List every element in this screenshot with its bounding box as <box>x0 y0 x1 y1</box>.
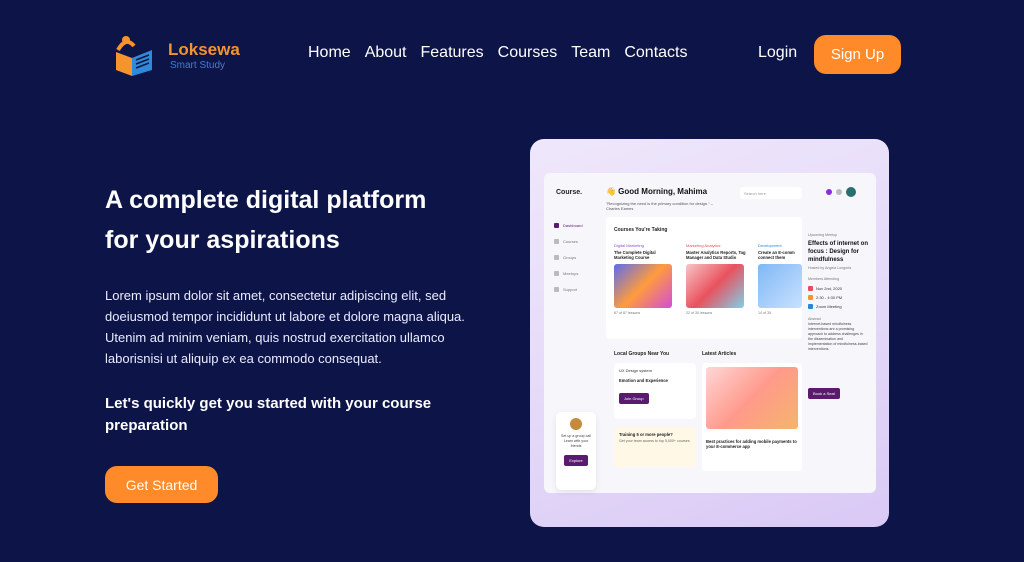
nav-about-link[interactable]: About <box>365 44 407 62</box>
main-nav: Home About Features Courses Team Contact… <box>308 44 687 62</box>
preview-sidebar-item: Support <box>554 287 583 292</box>
settings-icon <box>836 189 842 195</box>
nav-home-link[interactable]: Home <box>308 44 351 62</box>
hero-title-line1: A complete digital platform <box>105 186 427 214</box>
dashboard-preview-image: Course. Dashboard Courses Groups Meetups… <box>530 139 889 527</box>
nav-contacts-link[interactable]: Contacts <box>624 44 687 62</box>
hero-subheading: Let's quickly get you started with your … <box>105 395 432 434</box>
preview-top-icons <box>826 187 856 197</box>
hero-title: A complete digital platform for your asp… <box>105 180 505 260</box>
preview-course-card: Development Create an E-comm connect the… <box>758 243 802 315</box>
preview-courses-panel: Courses You're Taking Digital Marketing … <box>606 217 802 339</box>
preview-sidebar-item: Groups <box>554 255 583 260</box>
preview-upcoming-meetup: Upcoming Meetup Effects of internet on f… <box>808 233 868 400</box>
nav-features-link[interactable]: Features <box>421 44 484 62</box>
get-started-button[interactable]: Get Started <box>105 466 218 503</box>
preview-course-card: Digital Marketing The Complete Digital M… <box>614 243 676 315</box>
preview-search: Search here <box>740 187 802 199</box>
preview-brand: Course. <box>556 189 583 196</box>
book-logo-icon <box>116 36 152 76</box>
nav-team-link[interactable]: Team <box>571 44 610 62</box>
preview-latest-articles: Latest Articles Best practices for addin… <box>702 351 802 471</box>
preview-sidebar-item: Courses <box>554 239 583 244</box>
navbar: Loksewa Smart Study Home About Features … <box>0 0 1024 110</box>
signup-button[interactable]: Sign Up <box>814 35 901 74</box>
preview-floating-card: Set up a group call Learn with your frie… <box>556 412 596 490</box>
preview-sidebar-item: Meetups <box>554 271 583 276</box>
hero-description: Lorem ipsum dolor sit amet, consectetur … <box>105 288 465 366</box>
preview-sidebar: Dashboard Courses Groups Meetups Support <box>554 223 583 292</box>
preview-join-button: Join Group <box>619 393 649 404</box>
preview-sidebar-item: Dashboard <box>554 223 583 228</box>
brand-name: Loksewa <box>168 40 240 59</box>
preview-local-groups: Local Groups Near You UX Design system E… <box>614 351 696 467</box>
brand-tagline: Smart Study <box>170 60 226 71</box>
brand-logo[interactable]: Loksewa Smart Study <box>108 32 248 78</box>
preview-greeting: 👋 Good Morning, Mahima <box>606 187 708 196</box>
preview-courses-heading: Courses You're Taking <box>614 227 668 233</box>
preview-quote: "Recognizing the need is the primary con… <box>606 201 713 211</box>
hero-title-line2: for your aspirations <box>105 226 340 254</box>
bell-icon <box>826 189 832 195</box>
login-link[interactable]: Login <box>758 44 797 62</box>
avatar <box>846 187 856 197</box>
preview-course-card: Marketing Analytics Master Analytics Rep… <box>686 243 746 315</box>
nav-courses-link[interactable]: Courses <box>498 44 558 62</box>
